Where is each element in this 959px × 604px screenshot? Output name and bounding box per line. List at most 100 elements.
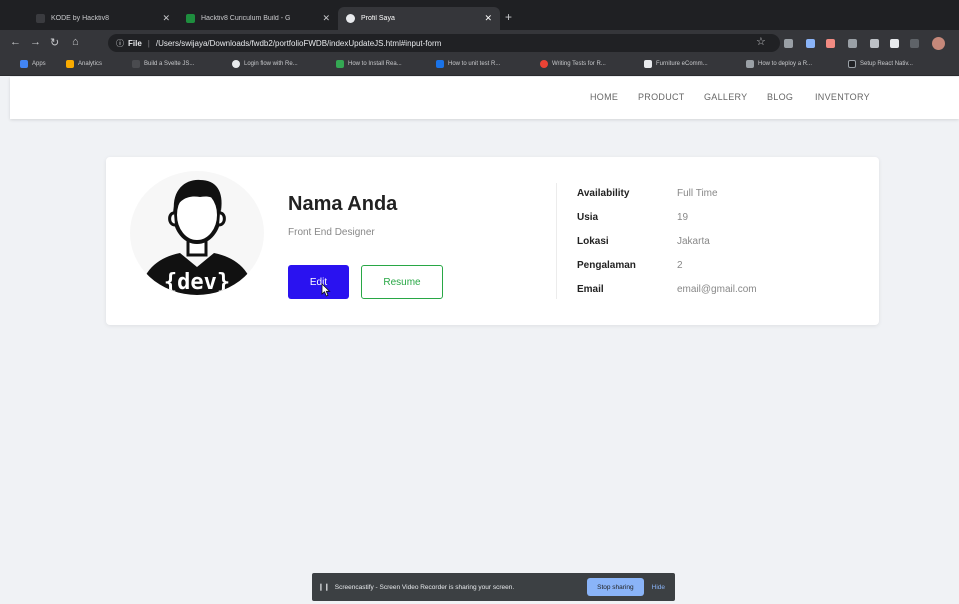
apps-grid-icon (20, 60, 28, 68)
edit-button[interactable]: Edit (288, 265, 349, 299)
bookmark-favicon-icon (848, 60, 856, 68)
hide-link[interactable]: Hide (652, 584, 665, 591)
bookmark-label: Writing Tests for R... (552, 61, 606, 67)
site-navbar: HOME PRODUCT GALLERY BLOG INVENTORY (10, 77, 959, 119)
browser-toolbar: ← → ↻ ⌂ ⓘ File | /Users/swijaya/Download… (0, 30, 959, 56)
bookmark-item[interactable]: How to unit test R... (436, 60, 500, 68)
bookmark-item[interactable]: Build a Svelte JS... (132, 60, 194, 68)
bookmark-item[interactable]: Setup React Nativ... (848, 60, 913, 68)
pause-icon: ❙❙ (318, 584, 330, 591)
resume-button[interactable]: Resume (361, 265, 443, 299)
bookmark-favicon-icon (132, 60, 140, 68)
close-icon[interactable]: ✕ (162, 13, 170, 24)
bookmark-label: Apps (32, 61, 46, 67)
extension-icon[interactable] (806, 39, 815, 48)
info-value: 19 (677, 212, 689, 223)
info-key: Lokasi (577, 236, 609, 247)
screencast-message: Screencastify - Screen Video Recorder is… (334, 583, 515, 591)
close-icon[interactable]: ✕ (484, 13, 492, 24)
bookmark-item[interactable]: Analytics (66, 60, 102, 68)
bookmark-favicon-icon (436, 60, 444, 68)
info-row-email: Email email@gmail.com (577, 284, 867, 298)
address-url: /Users/swijaya/Downloads/fwdb2/portfolio… (155, 38, 442, 48)
avatar: {dev} (130, 171, 264, 295)
puzzle-icon[interactable] (890, 39, 899, 48)
bookmarks-bar: Apps Analytics Build a Svelte JS... Logi… (0, 56, 959, 76)
bookmark-item[interactable]: How to Install Rea... (336, 60, 402, 68)
info-key: Usia (577, 212, 599, 223)
info-row-pengalaman: Pengalaman 2 (577, 260, 867, 274)
info-row-availability: Availability Full Time (577, 188, 867, 202)
bookmark-favicon-icon (746, 60, 754, 68)
address-separator: | (147, 38, 150, 48)
reload-icon[interactable]: ↻ (50, 36, 59, 49)
info-row-usia: Usia 19 (577, 212, 867, 226)
star-icon[interactable]: ☆ (756, 35, 766, 48)
new-tab-icon[interactable]: + (505, 10, 512, 24)
nav-link-home[interactable]: HOME (590, 92, 618, 102)
developer-avatar-icon: {dev} (140, 179, 254, 295)
info-row-lokasi: Lokasi Jakarta (577, 236, 867, 250)
profile-avatar-icon[interactable] (932, 37, 945, 50)
bookmark-label: Setup React Nativ... (860, 61, 913, 67)
info-key: Pengalaman (577, 260, 636, 271)
bookmark-label: Build a Svelte JS... (144, 61, 195, 67)
bookmark-label: How to Install Rea... (348, 61, 402, 67)
address-scheme-label: File (128, 38, 142, 48)
extension-icon[interactable] (826, 39, 835, 48)
screencast-sharing-bar: ❙❙ Screencastify - Screen Video Recorder… (312, 573, 675, 601)
avatar-text: {dev} (164, 270, 230, 295)
bookmark-label: How to deploy a R... (758, 61, 813, 67)
profile-name: Nama Anda (288, 193, 398, 215)
extension-icon[interactable] (870, 39, 879, 48)
browser-tab-profil[interactable]: Profil Saya ✕ (338, 7, 500, 30)
extension-icon[interactable] (848, 39, 857, 48)
address-bar[interactable]: ⓘ File | /Users/swijaya/Downloads/fwdb2/… (108, 34, 780, 52)
bookmark-label: Furniture eComm... (656, 61, 708, 67)
bookmark-item[interactable]: How to deploy a R... (746, 60, 812, 68)
browser-tab-kode[interactable]: KODE by Hacktiv8 ✕ (28, 7, 178, 30)
bookmark-item[interactable]: Apps (20, 60, 46, 68)
bookmark-favicon-icon (336, 60, 344, 68)
bookmark-favicon-icon (540, 60, 548, 68)
mouse-cursor-icon (321, 283, 331, 297)
forward-arrow-icon[interactable]: → (30, 36, 41, 48)
profile-role: Front End Designer (288, 227, 375, 238)
extension-icon[interactable] (910, 39, 919, 48)
browser-tab-curriculum[interactable]: Hacktiv8 Curiculum Build - G ✕ (178, 7, 338, 30)
close-icon[interactable]: ✕ (322, 13, 330, 24)
browser-tab-strip: KODE by Hacktiv8 ✕ Hacktiv8 Curiculum Bu… (0, 0, 959, 30)
bookmark-item[interactable]: Writing Tests for R... (540, 60, 606, 68)
stop-sharing-button[interactable]: Stop sharing (587, 578, 644, 596)
extension-icon[interactable] (784, 39, 793, 48)
bookmark-favicon-icon (644, 60, 652, 68)
info-value: Jakarta (677, 236, 710, 247)
info-value: 2 (677, 260, 683, 271)
bookmark-label: Analytics (78, 61, 103, 67)
nav-link-inventory[interactable]: INVENTORY (815, 92, 870, 102)
bookmark-label: Login flow with Re... (244, 61, 298, 67)
tab-title: Profil Saya (361, 15, 395, 22)
info-key: Email (577, 284, 604, 295)
info-icon[interactable]: ⓘ (116, 38, 124, 49)
tab-title: Hacktiv8 Curiculum Build - G (201, 15, 291, 22)
info-key: Availability (577, 188, 630, 199)
back-arrow-icon[interactable]: ← (10, 36, 21, 48)
analytics-icon (66, 60, 74, 68)
bookmark-item[interactable]: Furniture eComm... (644, 60, 708, 68)
nav-link-gallery[interactable]: GALLERY (704, 92, 747, 102)
globe-icon (232, 60, 240, 68)
nav-link-product[interactable]: PRODUCT (638, 92, 685, 102)
info-value: email@gmail.com (677, 284, 757, 295)
bookmark-item[interactable]: Login flow with Re... (232, 60, 298, 68)
nav-link-blog[interactable]: BLOG (767, 92, 793, 102)
card-divider (556, 183, 557, 299)
tab-favicon-icon (186, 14, 195, 23)
profile-card: {dev} Nama Anda Front End Designer Edit … (106, 157, 879, 325)
bookmark-label: How to unit test R... (448, 61, 501, 67)
tab-favicon-icon (36, 14, 45, 23)
home-icon[interactable]: ⌂ (72, 36, 79, 48)
info-value: Full Time (677, 188, 718, 199)
tab-title: KODE by Hacktiv8 (51, 15, 109, 22)
globe-icon (346, 14, 355, 23)
